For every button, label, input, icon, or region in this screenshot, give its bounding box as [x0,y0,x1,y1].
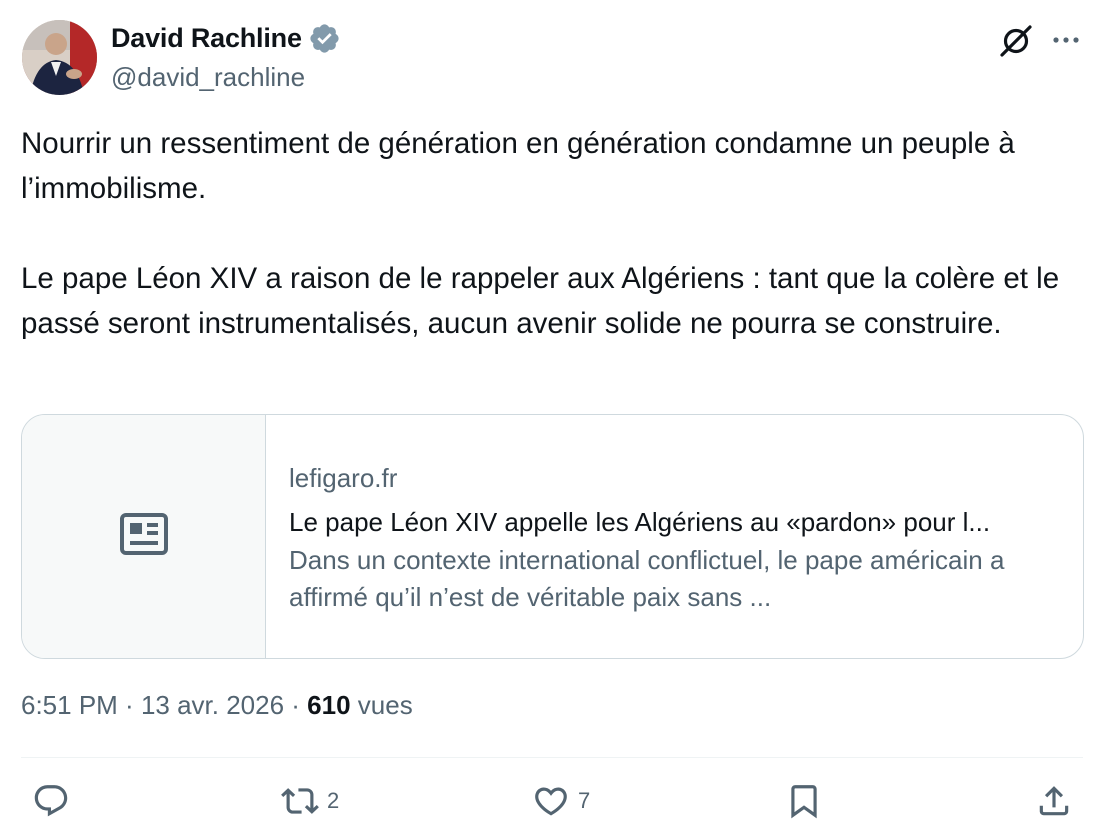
author-handle[interactable]: @david_rachline [111,62,305,93]
reply-icon [34,785,68,817]
share-button[interactable] [1035,782,1073,820]
reply-button[interactable] [32,782,70,820]
author-name-text[interactable]: David Rachline [111,23,302,54]
views-count: 610 [307,690,351,720]
retweet-button[interactable]: 2 [281,782,339,820]
tweet-text: Nourrir un ressentiment de génération en… [21,127,1060,340]
more-icon[interactable] [1050,24,1082,56]
like-button[interactable]: 7 [532,782,590,820]
card-body[interactable]: lefigaro.fr Le pape Léon XIV appelle les… [266,415,1083,658]
card-title[interactable]: Le pape Léon XIV appelle les Algériens a… [289,502,1059,542]
bookmark-icon [791,785,817,819]
views-label: vues [350,690,413,720]
retweet-icon [281,788,319,814]
news-icon [119,512,169,561]
card-description: Dans un contexte international conflictu… [289,545,1005,612]
link-card[interactable]: lefigaro.fr Le pape Léon XIV appelle les… [21,414,1084,659]
verified-badge-icon[interactable] [308,22,341,55]
retweet-count: 2 [327,788,340,813]
card-domain: lefigaro.fr [289,463,398,493]
meta-separator: · [284,690,308,720]
author-name[interactable]: David Rachline [111,22,341,55]
share-icon [1039,786,1069,816]
tweet-date[interactable]: 13 avr. 2026 [141,690,284,720]
avatar[interactable] [22,20,97,95]
bookmark-button[interactable] [785,782,823,820]
tweet-meta: 6:51 PM · 13 avr. 2026 · 610 vues [21,690,413,721]
like-icon [535,787,567,816]
meta-separator: · [117,690,141,720]
card-thumbnail[interactable] [22,415,266,658]
divider [21,757,1083,758]
like-count: 7 [578,788,591,813]
tweet-time[interactable]: 6:51 PM [21,690,118,720]
grok-icon[interactable] [996,20,1036,60]
